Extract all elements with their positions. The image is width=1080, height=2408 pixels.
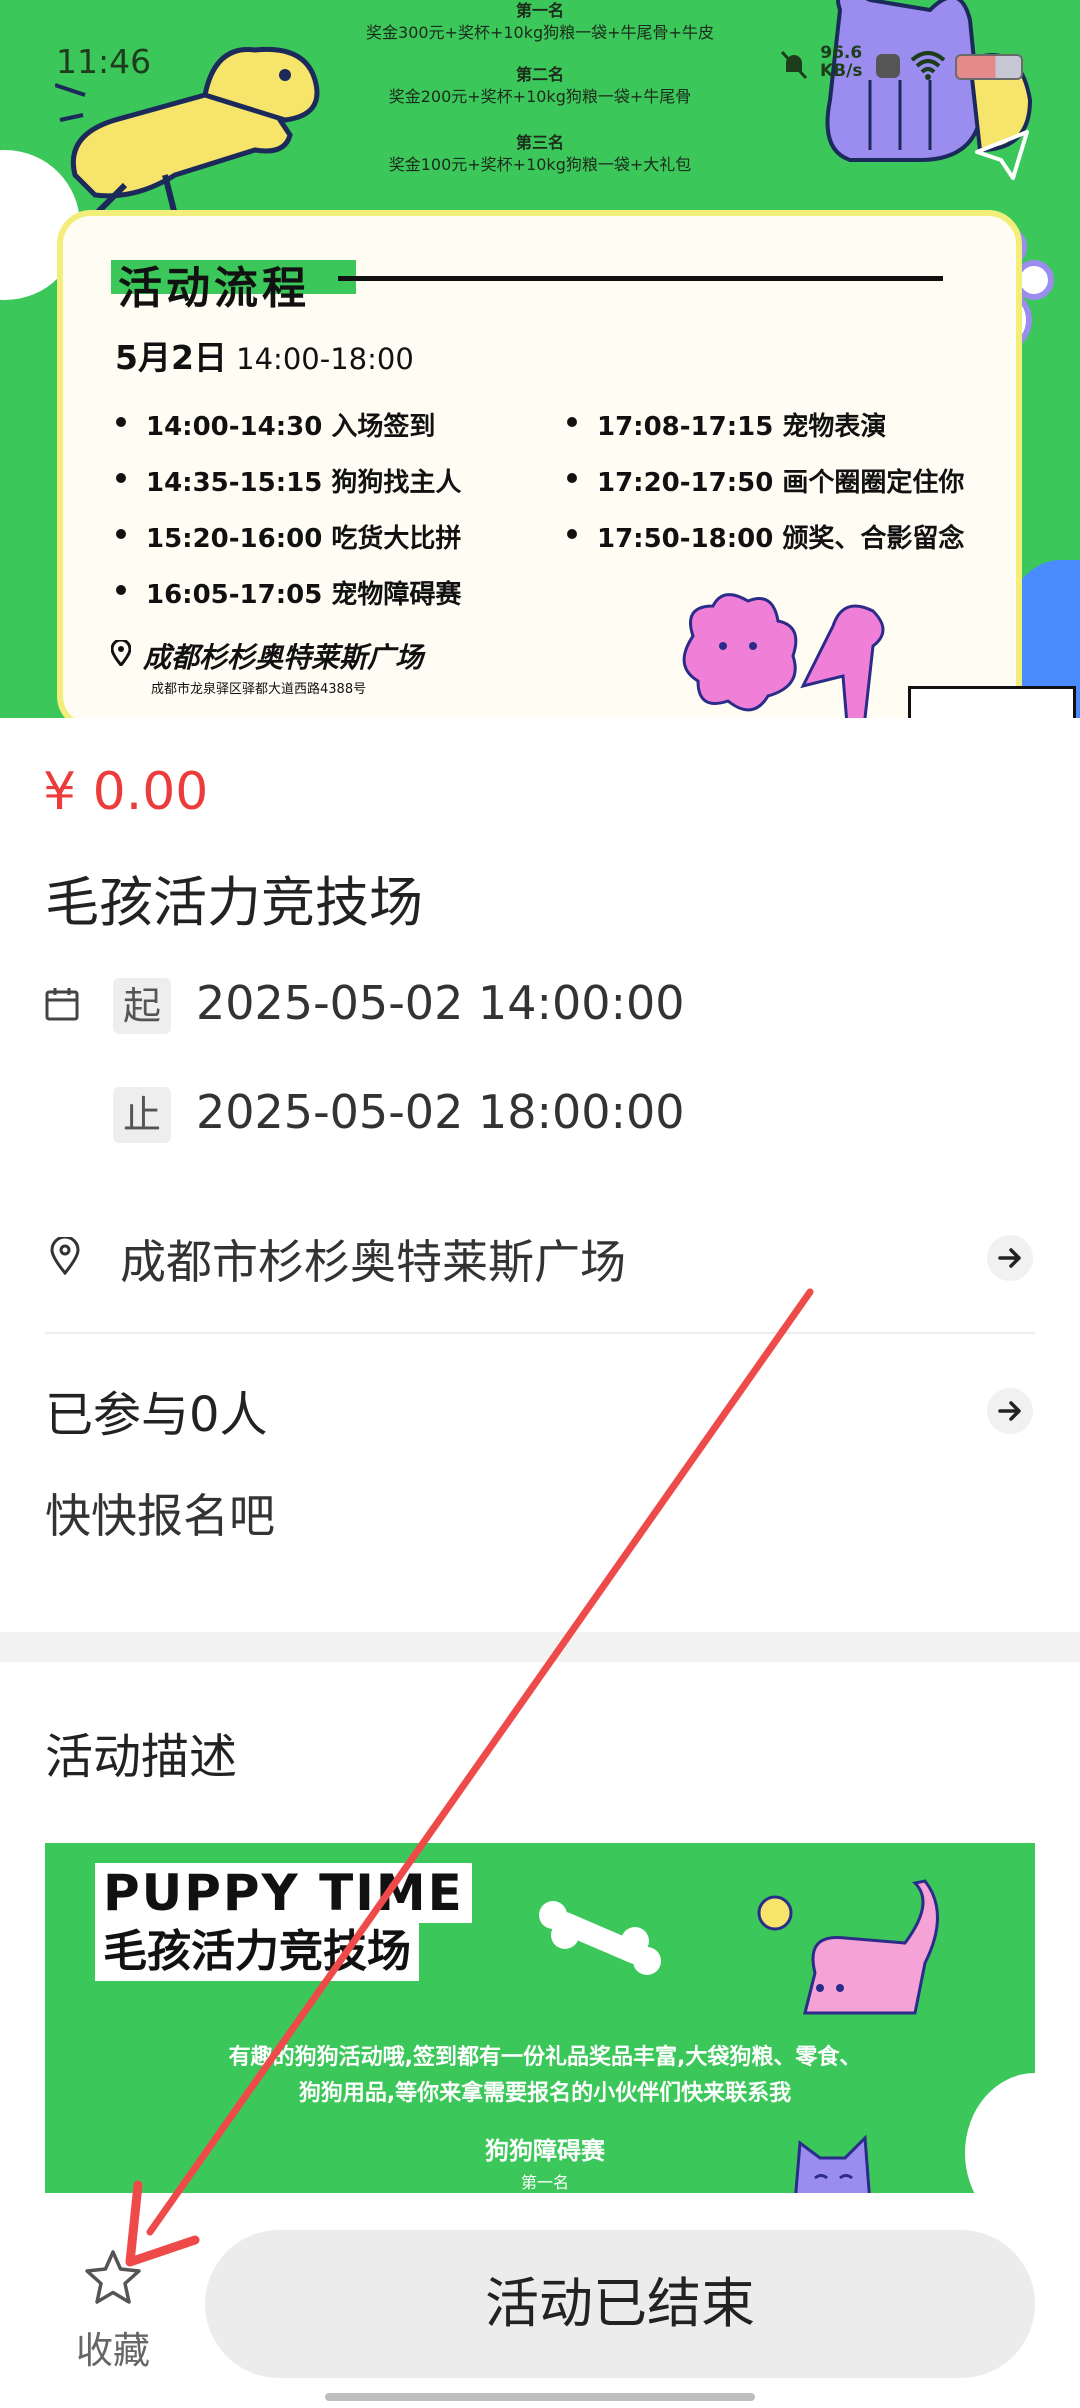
sim-icon [876, 54, 900, 78]
venue-address: 成都市龙泉驿区驿都大道西路4388号 [151, 682, 367, 697]
pink-dog-illustration [682, 593, 885, 718]
send-icon [975, 130, 1029, 180]
venue-name: 成都杉杉奥特莱斯广场 [143, 641, 424, 674]
star-icon [85, 2250, 141, 2304]
calendar-icon [45, 988, 79, 1021]
arrow-right-icon [998, 1248, 1021, 1268]
clock: 11:46 [56, 42, 152, 81]
network-speed: 96.6 KB/s [820, 44, 862, 80]
section-gap [0, 1632, 1080, 1662]
description-subheading: 狗狗障碍赛 [485, 2137, 605, 2165]
location-arrow-button[interactable] [987, 1235, 1033, 1281]
description-line: 有趣的狗狗活动哦,签到都有一份礼品奖品丰富,大袋狗粮、零食、 [228, 2045, 862, 2070]
cat-illustration [757, 1879, 939, 2015]
event-ended-button[interactable]: 活动已结束 [205, 2230, 1035, 2378]
schedule-item: 15:20-16:00 吃货大比拼 [115, 518, 461, 555]
schedule-item: 14:00-14:30 入场签到 [115, 406, 435, 443]
headline-en: PUPPY TIME [95, 1863, 472, 1923]
participants-arrow-button[interactable] [987, 1388, 1033, 1434]
favorite-label[interactable]: 收藏 [70, 2320, 156, 2374]
description-first-place: 第一名 [520, 2173, 569, 2192]
wifi-icon [910, 51, 946, 80]
description-heading: 活动描述 [45, 1729, 238, 1785]
status-bar: 11:46 96.6 KB/s [0, 0, 1080, 120]
schedule-item: 17:08-17:15 宠物表演 [566, 406, 886, 443]
qr-code [908, 686, 1076, 718]
description-image: PUPPY TIME 毛孩活力竞技场 有趣的狗狗活动哦,签到都有一份礼品奖品丰富… [45, 1843, 1035, 2193]
arrow-right-icon [998, 1401, 1021, 1421]
cat-illustration [794, 2134, 871, 2193]
schedule-item: 16:05-17:05 宠物障碍赛 [115, 574, 461, 611]
event-title: 毛孩活力竞技场 [45, 871, 423, 934]
headline-cn: 毛孩活力竞技场 [95, 1923, 419, 1981]
schedule-item: 17:50-18:00 颁奖、合影留念 [566, 518, 964, 555]
date-time: 14:00-18:00 [236, 342, 414, 376]
description-line: 狗狗用品,等你来拿需要报名的小伙伴们快来联系我 [298, 2081, 792, 2106]
prize-third: 第三名 奖金100元+奖杯+10kg狗粮一袋+大礼包 [310, 132, 770, 176]
mute-icon [780, 50, 808, 80]
divider [45, 1332, 1035, 1334]
start-tag: 起 [113, 978, 171, 1034]
event-price: ¥ 0.00 [43, 762, 209, 822]
end-tag: 止 [113, 1087, 171, 1143]
schedule-card: 活动流程 5月2日 14:00-18:00 14:00-14:30 入场签到 1… [57, 210, 1076, 718]
network-speed-unit: KB/s [820, 61, 863, 81]
participants-count: 已参与0人 [45, 1387, 268, 1443]
date-bold: 5月2日 [115, 338, 227, 377]
favorite-button[interactable] [70, 2248, 156, 2312]
location-text: 成都市杉杉奥特莱斯广场 [120, 1235, 626, 1289]
prize-detail: 奖金100元+奖杯+10kg狗粮一袋+大礼包 [388, 155, 692, 174]
home-indicator[interactable] [325, 2393, 755, 2401]
location-pin-icon [111, 640, 131, 666]
location-pin-icon [50, 1237, 80, 1275]
start-time: 2025-05-02 14:00:00 [196, 976, 685, 1030]
end-time: 2025-05-02 18:00:00 [196, 1085, 685, 1139]
bone-icon [539, 1901, 661, 1975]
title-rule [338, 276, 943, 281]
event-date-line: 5月2日 14:00-18:00 [115, 331, 414, 379]
event-banner-image: 第一名 奖金300元+奖杯+10kg狗粮一袋+牛尾骨+牛皮 第二名 奖金200元… [0, 0, 1080, 718]
schedule-item: 14:35-15:15 狗狗找主人 [115, 462, 461, 499]
prize-place: 第三名 [515, 133, 564, 152]
flow-title: 活动流程 [118, 263, 310, 314]
signup-prompt: 快快报名吧 [45, 1489, 275, 1543]
battery-icon [955, 54, 1023, 80]
network-speed-value: 96.6 [820, 43, 863, 63]
schedule-item: 17:20-17:50 画个圈圈定住你 [566, 462, 964, 499]
